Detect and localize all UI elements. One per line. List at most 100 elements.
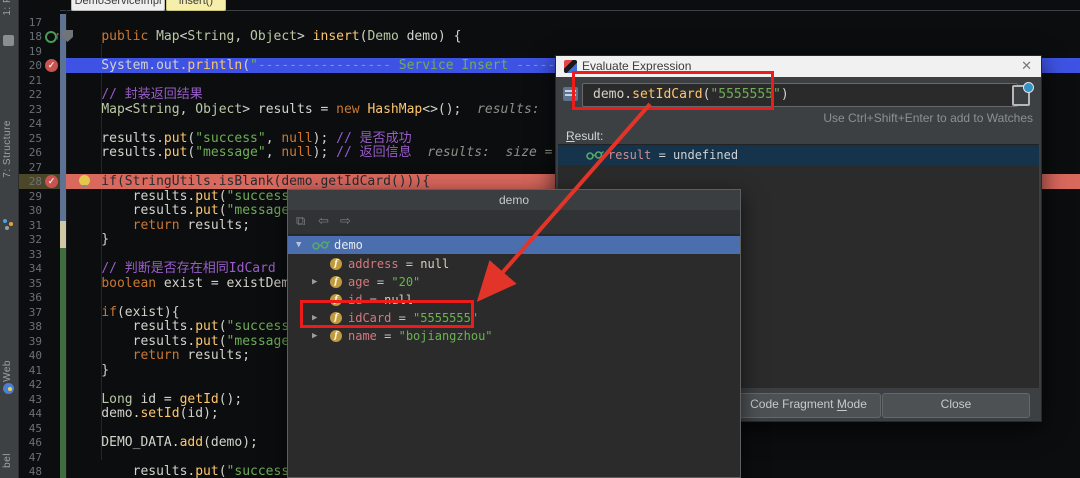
close-button[interactable]: Close	[882, 393, 1030, 418]
token: ,	[266, 145, 282, 160]
code-line[interactable]: }	[70, 232, 109, 247]
project-icon[interactable]	[3, 35, 14, 46]
line-number[interactable]: 17	[18, 15, 42, 30]
line-number[interactable]: 32	[18, 232, 42, 247]
code-line[interactable]: results.put("success	[70, 189, 289, 204]
line-number[interactable]: 42	[18, 377, 42, 392]
token: Object	[195, 102, 242, 117]
code-line[interactable]: return results;	[70, 218, 250, 233]
token: "success	[227, 319, 290, 334]
intention-bulb-icon[interactable]	[79, 175, 90, 186]
copy-structure-icon[interactable]: ⧉	[296, 213, 305, 229]
line-number[interactable]: 38	[18, 319, 42, 334]
line-number[interactable]: 26	[18, 145, 42, 160]
code-line[interactable]: return results;	[70, 348, 250, 363]
breadcrumb-method-tab[interactable]: insert()	[166, 0, 226, 11]
code-line[interactable]: if(StringUtils.isBlank(demo.getIdCard())…	[70, 174, 430, 189]
line-number[interactable]: 30	[18, 203, 42, 218]
back-arrow-icon[interactable]: ⇦	[318, 213, 329, 229]
popup-toolbar: ⧉ ⇦ ⇨	[288, 210, 740, 235]
collapse-icon[interactable]: ▼	[296, 236, 301, 254]
line-number[interactable]: 47	[18, 450, 42, 465]
breakpoint-icon[interactable]: ✓	[45, 175, 58, 188]
token: results.	[70, 464, 195, 478]
code-line[interactable]: results.put("message	[70, 334, 289, 349]
variable-row-root[interactable]: ▼ demo	[288, 236, 740, 254]
code-line[interactable]: if(exist){	[70, 305, 180, 320]
tool-button-bottom[interactable]: bel	[2, 453, 13, 468]
line-number[interactable]: 24	[18, 116, 42, 131]
tool-button-web[interactable]: Web	[2, 360, 13, 382]
expression-history-icon[interactable]	[1012, 85, 1030, 106]
line-number[interactable]: 46	[18, 435, 42, 450]
vcs-whitespace-strip[interactable]	[60, 221, 66, 248]
line-number[interactable]: 31	[18, 218, 42, 233]
code-line[interactable]: Long id = getId();	[70, 392, 242, 407]
result-row[interactable]: result = undefined	[558, 146, 1039, 165]
token: put	[195, 203, 218, 218]
variable-row-name[interactable]: ▶fname = "bojiangzhou"	[288, 327, 740, 345]
line-number[interactable]: 35	[18, 276, 42, 291]
tool-button-project[interactable]: 1: Pr	[2, 0, 13, 16]
line-number[interactable]: 40	[18, 348, 42, 363]
breakpoint-icon[interactable]: ✓	[45, 59, 58, 72]
line-number[interactable]: 20	[18, 58, 42, 73]
code-line[interactable]: results.put("success	[70, 319, 289, 334]
code-line[interactable]: public Map<String, Object> insert(Demo d…	[70, 29, 461, 44]
line-number[interactable]: 45	[18, 421, 42, 436]
line-number[interactable]: 43	[18, 392, 42, 407]
line-number[interactable]: 34	[18, 261, 42, 276]
code-line[interactable]: // 封装返回结果	[70, 87, 203, 102]
token: println	[187, 58, 242, 73]
token: public	[101, 29, 156, 44]
code-line[interactable]: DEMO_DATA.add(demo);	[70, 435, 258, 450]
code-line[interactable]: boolean exist = existDem	[70, 276, 289, 291]
code-line[interactable]: results.put("success", null); // 是否成功	[70, 131, 412, 146]
vcs-changed-strip[interactable]	[60, 14, 66, 221]
token: ,	[180, 102, 196, 117]
line-number[interactable]: 39	[18, 334, 42, 349]
line-number[interactable]: 23	[18, 102, 42, 117]
code-fragment-mode-button[interactable]: Code Fragment Mode	[736, 393, 881, 418]
tool-button-structure[interactable]: 7: Structure	[2, 120, 13, 178]
line-number[interactable]: 22	[18, 87, 42, 102]
line-number[interactable]: 33	[18, 247, 42, 262]
line-number[interactable]: 28	[18, 174, 42, 189]
line-number[interactable]: 19	[18, 44, 42, 59]
code-line[interactable]: results.put("message	[70, 203, 289, 218]
expand-arrow-icon[interactable]: ▶	[312, 273, 317, 291]
line-number[interactable]: 25	[18, 131, 42, 146]
line-number[interactable]: 44	[18, 406, 42, 421]
line-number[interactable]: 27	[18, 160, 42, 175]
breadcrumb-class-tab[interactable]: DemoServiceImpl	[71, 0, 165, 11]
structure-icon[interactable]	[3, 219, 14, 230]
code-line[interactable]: Map<String, Object> results = new HashMa…	[70, 102, 618, 117]
line-number[interactable]: 37	[18, 305, 42, 320]
line-number[interactable]: 18	[18, 29, 42, 44]
code-line[interactable]: // 判断是否存在相同IdCard	[70, 261, 276, 276]
variable-text: name = "bojiangzhou"	[348, 327, 493, 345]
line-number[interactable]: 36	[18, 290, 42, 305]
code-line[interactable]: results.put("success", t	[70, 464, 320, 478]
code-line[interactable]: results.put("message", null); // 返回信息 re…	[70, 145, 568, 160]
line-number[interactable]: 21	[18, 73, 42, 88]
code-line[interactable]: demo.setId(id);	[70, 406, 219, 421]
token: String	[133, 102, 180, 117]
web-globe-icon[interactable]	[3, 383, 14, 394]
forward-arrow-icon[interactable]: ⇨	[340, 213, 351, 229]
line-number[interactable]: 29	[18, 189, 42, 204]
token: String	[187, 29, 234, 44]
line-number[interactable]: 48	[18, 464, 42, 478]
line-number[interactable]: 41	[18, 363, 42, 378]
annotation-box-idcard	[300, 300, 474, 328]
code-line[interactable]: }	[70, 363, 109, 378]
token: new	[336, 102, 367, 117]
variable-row-age[interactable]: ▶fage = "20"	[288, 273, 740, 291]
close-icon[interactable]: ✕	[1021, 58, 1032, 74]
variable-row-address[interactable]: faddress = null	[288, 255, 740, 273]
variable-text: age = "20"	[348, 273, 420, 291]
expand-arrow-icon[interactable]: ▶	[312, 327, 317, 345]
vcs-added-strip[interactable]	[60, 248, 66, 478]
popup-title[interactable]: demo	[288, 190, 740, 210]
token: (demo);	[203, 435, 258, 450]
